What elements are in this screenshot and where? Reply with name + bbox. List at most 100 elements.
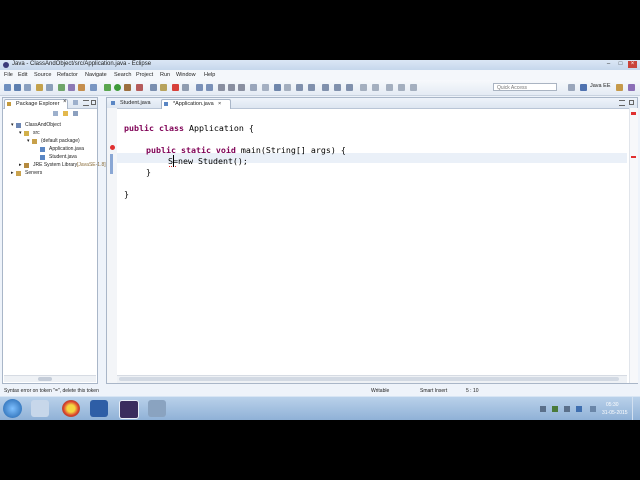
chrome-taskbar-icon[interactable]: [62, 400, 80, 417]
clock-date[interactable]: 31-05-2015: [602, 410, 628, 416]
print-icon[interactable]: [46, 84, 53, 91]
close-window-button[interactable]: ×: [628, 61, 637, 68]
new-java-project-icon[interactable]: [150, 84, 157, 91]
expand-arrow-icon[interactable]: ▸: [11, 170, 14, 176]
maximize-editor-icon[interactable]: [629, 100, 634, 105]
minimize-button[interactable]: –: [604, 61, 613, 68]
error-marker-icon[interactable]: [110, 145, 115, 150]
navigate-right-icon[interactable]: [398, 84, 405, 91]
open-task-icon[interactable]: [160, 84, 167, 91]
search-icon[interactable]: [172, 84, 179, 91]
editor-horizontal-scrollbar[interactable]: [117, 375, 627, 383]
maximize-button[interactable]: □: [616, 61, 625, 68]
toolbar-more-icon[interactable]: [262, 84, 269, 91]
show-whitespace-icon[interactable]: [284, 84, 291, 91]
menu-project[interactable]: Project: [136, 72, 153, 78]
menu-refactor[interactable]: Refactor: [57, 72, 78, 78]
external-tools-icon[interactable]: [136, 84, 143, 91]
code-line-4[interactable]: S=new Student();: [168, 156, 248, 166]
expand-arrow-icon[interactable]: ▸: [19, 162, 22, 168]
tab-package-explorer[interactable]: Package Explorer: [4, 99, 68, 109]
overview-ruler[interactable]: [629, 108, 638, 383]
word-wrap-icon[interactable]: [296, 84, 303, 91]
java-perspective-icon[interactable]: [616, 84, 623, 91]
menu-run[interactable]: Run: [160, 72, 170, 78]
tray-arrow-icon[interactable]: [540, 406, 546, 412]
menu-navigate[interactable]: Navigate: [85, 72, 107, 78]
new-server-icon[interactable]: [58, 84, 65, 91]
code-line-3[interactable]: public static void main(String[] args) {: [146, 145, 346, 155]
open-perspective-icon[interactable]: [568, 84, 575, 91]
java-ee-perspective-icon[interactable]: [580, 84, 587, 91]
menu-source[interactable]: Source: [34, 72, 51, 78]
debug-icon[interactable]: [104, 84, 111, 91]
explorer-taskbar-icon[interactable]: [31, 400, 49, 417]
expand-arrow-icon[interactable]: ▾: [19, 130, 22, 136]
scrollbar-thumb[interactable]: [119, 377, 619, 381]
tray-battery-icon[interactable]: [576, 406, 582, 412]
comment-icon[interactable]: [322, 84, 329, 91]
run-icon[interactable]: [114, 84, 121, 91]
expand-arrow-icon[interactable]: ▾: [11, 122, 14, 128]
word-taskbar-icon[interactable]: [90, 400, 108, 417]
overview-error-marker[interactable]: [631, 112, 636, 115]
menu-edit[interactable]: Edit: [18, 72, 27, 78]
tray-flag-icon[interactable]: [590, 406, 596, 412]
open-type-icon[interactable]: [36, 84, 43, 91]
back-icon[interactable]: [228, 84, 235, 91]
clock-time[interactable]: 05:30: [606, 402, 619, 408]
pin-editor-icon[interactable]: [250, 84, 257, 91]
tab-application-java[interactable]: *Application.java ×: [161, 99, 231, 109]
horizontal-scrollbar[interactable]: [4, 375, 96, 382]
menu-file[interactable]: File: [4, 72, 13, 78]
code-line-7[interactable]: }: [124, 189, 129, 199]
forward-icon[interactable]: [238, 84, 245, 91]
toggle-block-selection-icon[interactable]: [274, 84, 281, 91]
new-package-icon[interactable]: [68, 84, 75, 91]
menu-search[interactable]: Search: [114, 72, 131, 78]
save-icon[interactable]: [14, 84, 21, 91]
tray-volume-icon[interactable]: [564, 406, 570, 412]
close-tab-icon[interactable]: ×: [218, 100, 221, 109]
organize-imports-icon[interactable]: [334, 84, 341, 91]
quick-access-input[interactable]: Quick Access: [493, 83, 557, 91]
last-edit-icon[interactable]: [218, 84, 225, 91]
navigate-up-icon[interactable]: [360, 84, 367, 91]
code-line-1[interactable]: public class Application {: [124, 123, 254, 133]
toggle-mark-icon[interactable]: [182, 84, 189, 91]
save-all-icon[interactable]: [24, 84, 31, 91]
recorder-taskbar-icon[interactable]: [148, 400, 166, 417]
navigate-down-icon[interactable]: [372, 84, 379, 91]
menu-help[interactable]: Help: [204, 72, 215, 78]
view-menu-icon[interactable]: [73, 111, 78, 116]
scrollbar-thumb[interactable]: [38, 377, 52, 381]
perspective-java-ee[interactable]: Java EE: [590, 83, 610, 89]
link-editor-icon[interactable]: [63, 111, 68, 116]
minimize-view-icon[interactable]: [83, 100, 89, 106]
new-class-icon[interactable]: [78, 84, 85, 91]
format-icon[interactable]: [308, 84, 315, 91]
toolbar-extra-icon[interactable]: [410, 84, 417, 91]
code-line-5[interactable]: }: [146, 167, 151, 177]
eclipse-taskbar-icon[interactable]: [119, 400, 139, 419]
overview-error-marker[interactable]: [631, 156, 636, 158]
start-button-icon[interactable]: [3, 399, 22, 418]
menu-window[interactable]: Window: [176, 72, 196, 78]
close-icon[interactable]: ×: [63, 99, 67, 105]
minimize-editor-icon[interactable]: [619, 100, 625, 106]
previous-annotation-icon[interactable]: [206, 84, 213, 91]
debug-perspective-icon[interactable]: [628, 84, 635, 91]
next-annotation-icon[interactable]: [196, 84, 203, 91]
tab-student-java[interactable]: Student.java: [109, 99, 163, 108]
show-desktop-button[interactable]: [632, 397, 640, 420]
navigate-left-icon[interactable]: [386, 84, 393, 91]
refresh-icon[interactable]: [90, 84, 97, 91]
maximize-view-icon[interactable]: [91, 100, 96, 105]
expand-arrow-icon[interactable]: ▾: [27, 138, 30, 144]
tray-network-icon[interactable]: [552, 406, 558, 412]
collapse-all-icon[interactable]: [73, 100, 78, 105]
run-last-tool-icon[interactable]: [346, 84, 353, 91]
coverage-icon[interactable]: [124, 84, 131, 91]
collapse-tree-icon[interactable]: [53, 111, 58, 116]
new-icon[interactable]: [4, 84, 11, 91]
